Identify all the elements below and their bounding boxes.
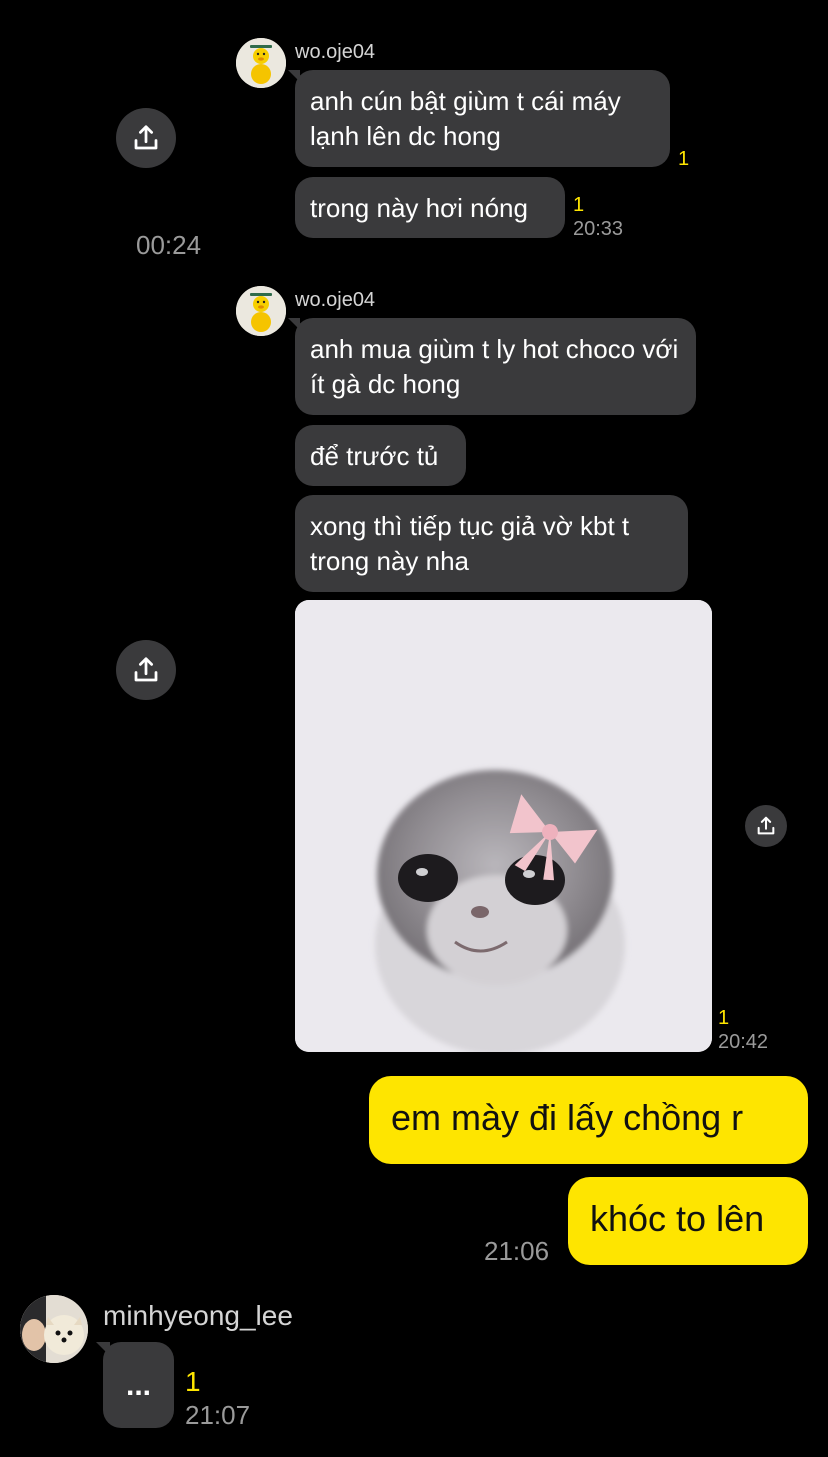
unread-count: 1 <box>185 1366 201 1397</box>
unread-count: 1 <box>718 1007 730 1029</box>
message-time: 20:33 <box>573 218 624 240</box>
sender-name: wo.oje04 <box>295 289 376 311</box>
message-bubble[interactable]: trong này hơi nóng <box>295 177 565 238</box>
message-bubble[interactable]: anh mua giùm t ly hot choco với ít gà dc… <box>295 318 696 415</box>
share-icon <box>757 816 775 835</box>
share-button[interactable] <box>116 108 176 168</box>
typing-dots: ... <box>125 1368 151 1402</box>
hamster-with-pink-bow-photo-icon <box>295 600 712 1052</box>
share-icon <box>134 125 158 150</box>
share-button[interactable] <box>745 805 787 847</box>
typing-indicator-bubble[interactable]: ... <box>103 1342 174 1428</box>
message-bubble[interactable]: xong thì tiếp tục giả vờ kbt t trong này… <box>295 495 688 592</box>
forwarded-time: 00:24 <box>136 230 202 260</box>
sender-name: minhyeong_lee <box>103 1300 293 1331</box>
message-time: 21:06 <box>484 1236 550 1266</box>
sender-name: wo.oje04 <box>295 41 376 63</box>
unread-count: 1 <box>573 194 585 216</box>
yellow-duck-avatar-icon <box>236 286 286 336</box>
share-button[interactable] <box>116 640 176 700</box>
sender-avatar[interactable] <box>236 38 286 88</box>
pomeranian-avatar-icon <box>20 1295 88 1363</box>
message-time: 20:42 <box>718 1031 769 1053</box>
message-bubble[interactable]: để trước tủ <box>295 425 466 486</box>
photo-message[interactable] <box>295 600 712 1052</box>
my-message-bubble[interactable]: em mày đi lấy chồng r <box>369 1076 808 1164</box>
share-icon <box>134 657 158 682</box>
sender-avatar[interactable] <box>20 1295 88 1363</box>
sender-avatar[interactable] <box>236 286 286 336</box>
yellow-duck-avatar-icon <box>236 38 286 88</box>
message-time: 21:07 <box>185 1400 251 1430</box>
my-message-bubble[interactable]: khóc to lên <box>568 1177 808 1265</box>
message-bubble[interactable]: anh cún bật giùm t cái máy lạnh lên dc h… <box>295 70 670 167</box>
unread-count: 1 <box>678 148 690 170</box>
